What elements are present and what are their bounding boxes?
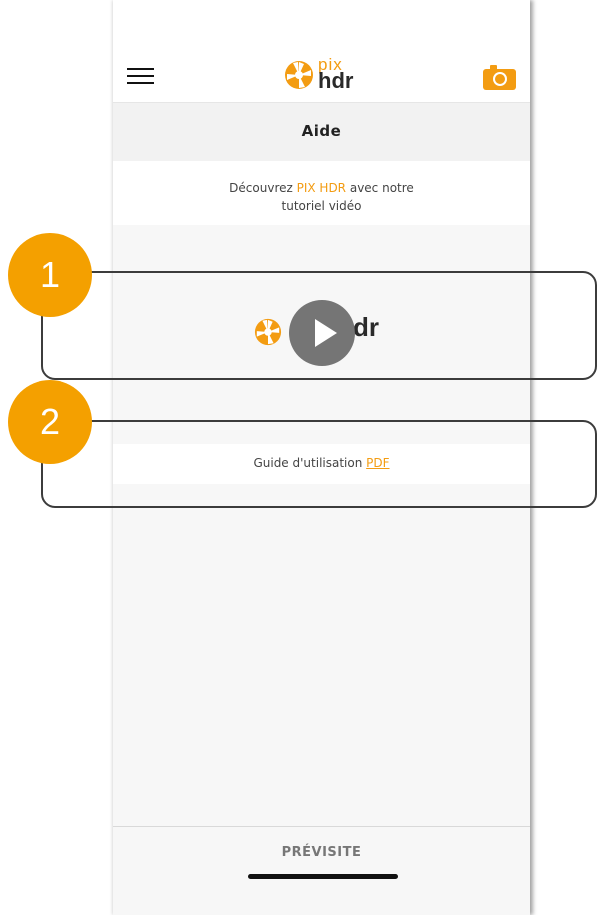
app-logo: pix hdr [284, 54, 364, 94]
footer: PRÉVISITE [113, 826, 530, 915]
logo-hdr-text: hdr [318, 68, 354, 93]
callout-box-2 [41, 420, 597, 508]
hamburger-icon[interactable] [127, 68, 154, 86]
home-indicator[interactable] [248, 874, 398, 879]
callout-badge-2: 2 [8, 380, 92, 464]
page-title: Aide [113, 103, 530, 161]
intro-suffix: avec notre [346, 181, 414, 195]
aperture-icon [285, 61, 313, 89]
callout-box-1 [41, 271, 597, 380]
callout-badge-1: 1 [8, 233, 92, 317]
intro-text: Découvrez PIX HDR avec notre tutoriel vi… [113, 161, 530, 225]
top-bar: pix hdr [113, 0, 530, 103]
brand-logo: PRÉVISITE [281, 845, 362, 860]
camera-icon[interactable] [483, 64, 516, 90]
intro-highlight: PIX HDR [296, 181, 347, 195]
intro-line2: tutoriel vidéo [281, 199, 362, 213]
intro-prefix: Découvrez [229, 181, 297, 195]
